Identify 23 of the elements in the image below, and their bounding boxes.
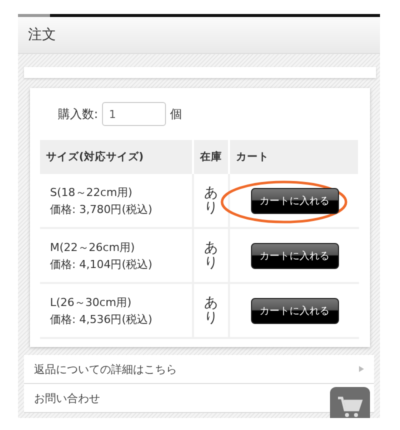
- size-text: L(26～30cm用): [50, 294, 132, 310]
- stock-text: あり: [204, 240, 218, 270]
- quantity-field[interactable]: 1: [102, 102, 166, 126]
- add-to-cart-button[interactable]: カートに入れる: [250, 298, 339, 324]
- price-text: 価格: 4,536円(税込): [50, 312, 154, 328]
- arrow-icon: [359, 366, 364, 372]
- page-title: 注文: [28, 26, 56, 44]
- quantity-unit: 個: [170, 106, 182, 122]
- column-header: サイズ(対応サイズ): [40, 140, 194, 174]
- column-header: 在庫: [193, 140, 230, 174]
- size-text: S(18～22cm用): [50, 184, 134, 200]
- price-text: 価格: 4,104円(税込): [50, 256, 154, 272]
- link-item[interactable]: 返品についての詳細はこちら: [24, 355, 374, 384]
- add-to-cart-button[interactable]: カートに入れる: [250, 242, 339, 268]
- cart-icon: [337, 395, 363, 418]
- quantity-label: 購入数:: [58, 106, 98, 122]
- price-text: 価格: 3,780円(税込): [50, 202, 154, 218]
- cart-button[interactable]: [330, 387, 370, 418]
- add-to-cart-button[interactable]: カートに入れる: [250, 188, 339, 214]
- size-text: M(22～26cm用): [50, 240, 136, 256]
- column-header: カート: [229, 140, 359, 174]
- stock-text: あり: [204, 296, 218, 326]
- stock-text: あり: [204, 186, 218, 216]
